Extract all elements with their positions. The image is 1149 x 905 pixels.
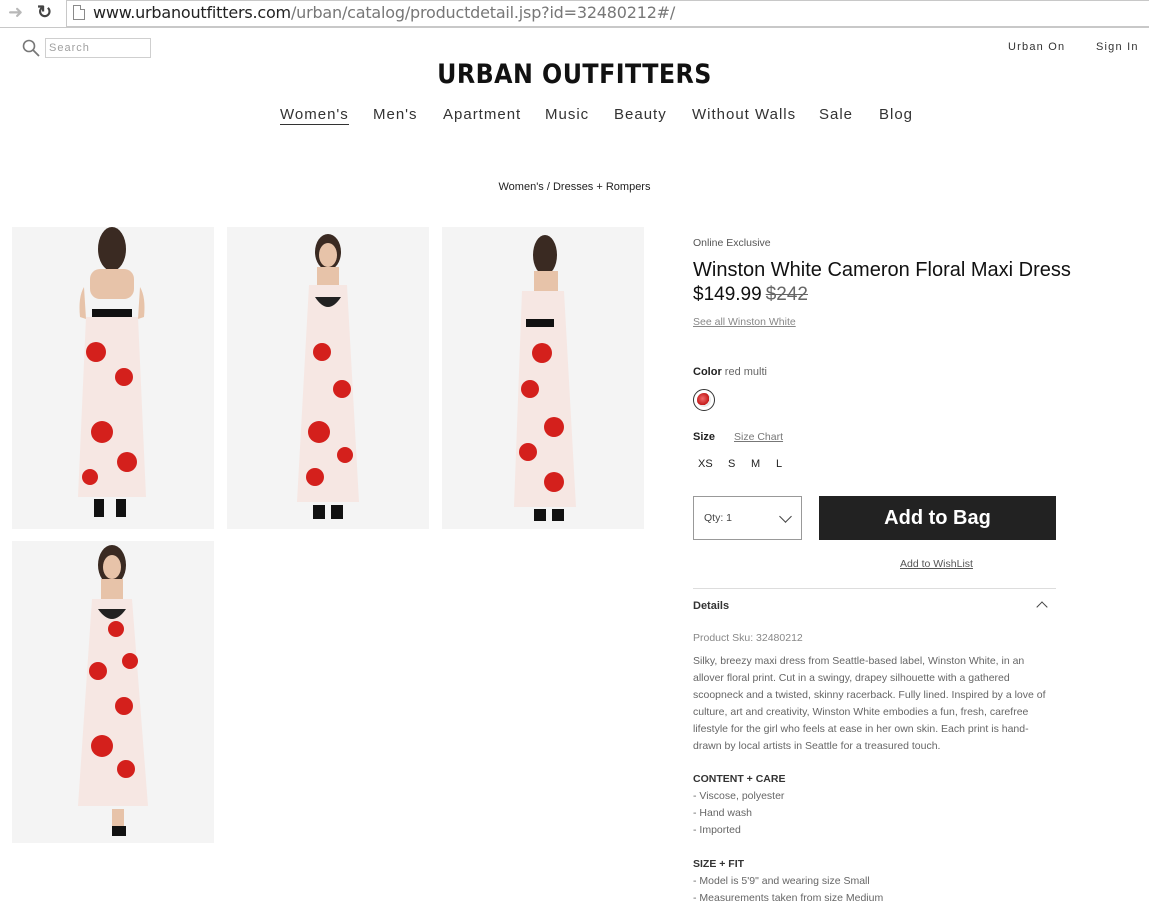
size-label: Size	[693, 431, 716, 443]
quantity-select[interactable]: Qty: 1	[693, 496, 802, 540]
original-price: $242	[765, 284, 808, 305]
product-title: Winston White Cameron Floral Maxi Dress	[693, 259, 1071, 281]
page-icon	[73, 5, 85, 20]
online-exclusive-badge: Online Exclusive	[693, 237, 771, 249]
content-care-heading: CONTENT + CARE	[693, 773, 786, 785]
content-care-item: - Viscose, polyester	[693, 790, 785, 802]
size-option-l[interactable]: L	[776, 458, 782, 470]
color-swatch-red-multi[interactable]	[693, 389, 715, 411]
size-option-xs[interactable]: XS	[698, 458, 713, 470]
urban-on-link[interactable]: Urban On	[1008, 41, 1065, 53]
details-heading[interactable]: Details	[693, 600, 729, 612]
nav-music[interactable]: Music	[545, 106, 589, 123]
chevron-up-icon[interactable]	[1036, 601, 1048, 613]
add-to-bag-button[interactable]: Add to Bag	[819, 496, 1056, 540]
nav-blog[interactable]: Blog	[879, 106, 913, 123]
size-option-m[interactable]: M	[751, 458, 760, 470]
reload-icon[interactable]: ↻	[37, 3, 52, 21]
size-fit-item: - Measurements taken from size Medium	[693, 892, 884, 904]
divider	[693, 588, 1056, 589]
sale-price: $149.99	[693, 284, 762, 305]
content-care-item: - Imported	[693, 824, 741, 836]
product-photo-front[interactable]	[227, 227, 429, 529]
search-input[interactable]	[45, 38, 151, 58]
nav-mens[interactable]: Men's	[373, 106, 418, 123]
color-label: Color	[693, 366, 722, 378]
content-care-item: - Hand wash	[693, 807, 752, 819]
size-chart-link[interactable]: Size Chart	[734, 431, 783, 443]
nav-womens[interactable]: Women's	[280, 106, 349, 125]
quantity-value: Qty: 1	[704, 512, 733, 524]
nav-beauty[interactable]: Beauty	[614, 106, 667, 123]
add-to-wishlist-link[interactable]: Add to WishList	[900, 558, 973, 570]
product-photo-back[interactable]	[12, 227, 214, 529]
product-sku: Product Sku: 32480212	[693, 632, 803, 644]
browser-toolbar: ➜ ↻ www.urbanoutfitters.com/urban/catalo…	[0, 0, 1149, 28]
size-option-s[interactable]: S	[728, 458, 735, 470]
color-value: red multi	[724, 366, 767, 378]
product-photo-front-2[interactable]	[12, 541, 214, 843]
url-text: www.urbanoutfitters.com/urban/catalog/pr…	[93, 3, 676, 22]
color-label-row: Color red multi	[693, 366, 767, 378]
nav-sale[interactable]: Sale	[819, 106, 853, 123]
product-photo-side[interactable]	[442, 227, 644, 529]
address-bar[interactable]: www.urbanoutfitters.com/urban/catalog/pr…	[66, 0, 1149, 27]
size-fit-heading: SIZE + FIT	[693, 858, 745, 870]
site-logo[interactable]: URBAN OUTFITTERS	[69, 59, 1080, 90]
back-arrow-icon[interactable]: ➜	[8, 3, 23, 21]
swatch-image	[697, 393, 711, 407]
product-price: $149.99 $242	[693, 284, 808, 306]
nav-apartment[interactable]: Apartment	[443, 106, 521, 123]
sign-in-link[interactable]: Sign In	[1096, 41, 1139, 53]
breadcrumb[interactable]: Women's / Dresses + Rompers	[0, 181, 1149, 193]
product-description: Silky, breezy maxi dress from Seattle-ba…	[693, 655, 1046, 752]
search-icon[interactable]	[22, 39, 40, 57]
see-all-brand-link[interactable]: See all Winston White	[693, 316, 796, 328]
chevron-down-icon	[779, 510, 792, 523]
size-fit-item: - Model is 5'9" and wearing size Small	[693, 875, 870, 887]
nav-without-walls[interactable]: Without Walls	[692, 106, 796, 123]
